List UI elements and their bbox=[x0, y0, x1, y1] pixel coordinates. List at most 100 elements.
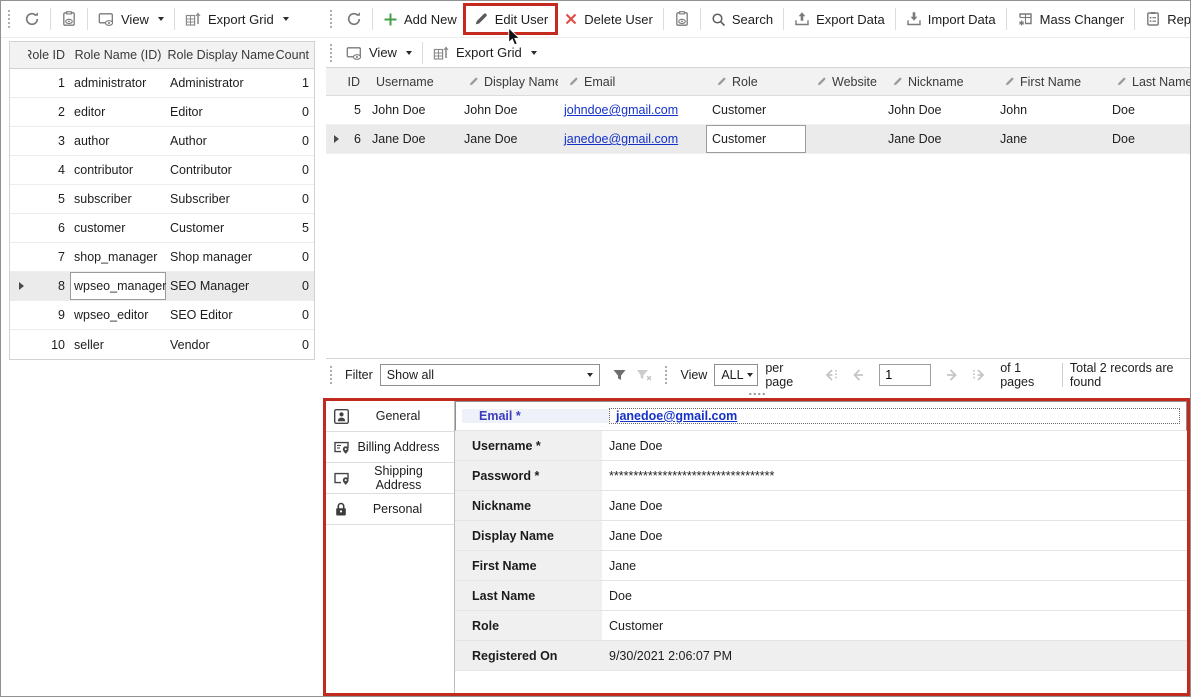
import-data-icon bbox=[906, 11, 922, 27]
refresh-button[interactable] bbox=[16, 5, 48, 33]
nickname-field[interactable]: Jane Doe bbox=[602, 491, 1187, 520]
pencil-icon bbox=[1004, 76, 1015, 87]
col-header-last-name[interactable]: Last Name bbox=[1106, 68, 1190, 95]
separator bbox=[50, 8, 51, 30]
first-page-icon[interactable] bbox=[823, 368, 840, 382]
view-menu-button[interactable]: View bbox=[90, 5, 172, 33]
separator bbox=[1062, 363, 1063, 387]
email-field[interactable]: janedoe@gmail.com bbox=[609, 408, 1180, 424]
display-name-field[interactable]: Jane Doe bbox=[602, 521, 1187, 550]
export-grid-label: Export Grid bbox=[456, 45, 522, 60]
export-grid-label: Export Grid bbox=[208, 12, 274, 27]
preview-button[interactable] bbox=[666, 5, 698, 33]
refresh-button[interactable] bbox=[338, 5, 370, 33]
col-header-email[interactable]: Email bbox=[558, 68, 706, 95]
table-row[interactable]: 1 administrator Administrator 1 bbox=[10, 69, 314, 98]
row-selector-header bbox=[326, 68, 340, 95]
col-header-username[interactable]: Username bbox=[366, 68, 458, 95]
clear-filter-icon[interactable] bbox=[635, 367, 653, 383]
separator bbox=[174, 8, 175, 30]
mass-changer-button[interactable]: Mass Changer bbox=[1009, 5, 1133, 33]
tab-general[interactable]: General bbox=[326, 401, 454, 432]
table-row[interactable]: 5 John Doe John Doe johndoe@gmail.com Cu… bbox=[326, 96, 1190, 125]
toolbar-grip[interactable] bbox=[329, 43, 333, 63]
add-new-label: Add New bbox=[404, 12, 457, 27]
next-page-icon[interactable] bbox=[944, 368, 959, 382]
tabs-empty-area bbox=[326, 525, 454, 693]
table-row[interactable]: 10 seller Vendor 0 bbox=[10, 330, 314, 359]
import-data-button[interactable]: Import Data bbox=[898, 5, 1004, 33]
toolbar-grip[interactable] bbox=[7, 9, 11, 29]
splitter-grip[interactable] bbox=[748, 392, 766, 396]
email-link[interactable]: janedoe@gmail.com bbox=[564, 132, 678, 146]
page-number-input[interactable] bbox=[879, 364, 931, 386]
last-name-field[interactable]: Doe bbox=[602, 581, 1187, 610]
pencil-icon bbox=[816, 76, 827, 87]
role-field[interactable]: Customer bbox=[602, 611, 1187, 640]
search-button[interactable]: Search bbox=[703, 5, 781, 33]
users-pane: Add New Edit User Delete User bbox=[323, 1, 1190, 696]
active-cell[interactable]: wpseo_manager bbox=[70, 272, 166, 300]
active-cell[interactable]: Customer bbox=[706, 125, 806, 153]
tab-shipping-address[interactable]: Shipping Address bbox=[326, 463, 454, 494]
separator bbox=[372, 8, 373, 30]
delete-user-button[interactable]: Delete User bbox=[556, 5, 661, 33]
table-row[interactable]: 3 author Author 0 bbox=[10, 127, 314, 156]
email-value-link[interactable]: janedoe@gmail.com bbox=[616, 409, 737, 423]
table-row-selected[interactable]: 6 Jane Doe Jane Doe janedoe@gmail.com Cu… bbox=[326, 125, 1190, 154]
chevron-down-icon bbox=[531, 51, 537, 55]
last-page-icon[interactable] bbox=[970, 368, 987, 382]
filter-label: Filter bbox=[345, 368, 373, 382]
col-header-display-name[interactable]: Display Name bbox=[458, 68, 558, 95]
preview-button[interactable] bbox=[53, 5, 85, 33]
per-page-select[interactable]: ALL bbox=[714, 364, 758, 386]
col-header-role-name[interactable]: Role Name (ID) bbox=[70, 42, 166, 68]
password-field[interactable]: ********************************** bbox=[602, 461, 1187, 490]
col-header-role[interactable]: Role bbox=[706, 68, 806, 95]
toolbar-grip[interactable] bbox=[329, 365, 333, 385]
username-field[interactable]: Jane Doe bbox=[602, 431, 1187, 460]
filter-icon[interactable] bbox=[611, 367, 628, 383]
table-row[interactable]: 6 customer Customer 5 bbox=[10, 214, 314, 243]
edit-user-button[interactable]: Edit User bbox=[465, 5, 556, 33]
separator bbox=[87, 8, 88, 30]
tab-personal[interactable]: Personal bbox=[326, 494, 454, 525]
reports-button[interactable]: Reports bbox=[1137, 5, 1191, 33]
table-row[interactable]: 2 editor Editor 0 bbox=[10, 98, 314, 127]
export-grid-button[interactable]: Export Grid bbox=[177, 5, 297, 33]
toolbar-grip[interactable] bbox=[329, 9, 333, 29]
col-header-role-id[interactable]: Role ID bbox=[28, 42, 70, 68]
view-menu-button[interactable]: View bbox=[338, 39, 420, 67]
clipboard-preview-icon bbox=[674, 11, 690, 27]
table-row[interactable]: 4 contributor Contributor 0 bbox=[10, 156, 314, 185]
prev-page-icon[interactable] bbox=[851, 368, 866, 382]
col-header-role-display-name[interactable]: Role Display Name bbox=[166, 42, 276, 68]
col-header-nickname[interactable]: Nickname bbox=[882, 68, 994, 95]
export-data-button[interactable]: Export Data bbox=[786, 5, 893, 33]
first-name-field[interactable]: Jane bbox=[602, 551, 1187, 580]
col-header-website[interactable]: Website bbox=[806, 68, 882, 95]
roles-pane: View Export Grid Role ID Role Name (ID) … bbox=[1, 1, 323, 696]
tab-label: Personal bbox=[349, 502, 454, 516]
per-page-label: per page bbox=[765, 361, 808, 389]
roles-toolbar: View Export Grid bbox=[1, 1, 323, 38]
pencil-icon bbox=[892, 76, 903, 87]
filter-select[interactable]: Show all bbox=[380, 364, 601, 386]
field-row-email: Email * janedoe@gmail.com bbox=[455, 401, 1187, 431]
add-new-button[interactable]: Add New bbox=[375, 5, 465, 33]
email-link[interactable]: johndoe@gmail.com bbox=[564, 103, 678, 117]
table-row[interactable]: 5 subscriber Subscriber 0 bbox=[10, 185, 314, 214]
toolbar-grip[interactable] bbox=[664, 365, 668, 385]
tab-billing-address[interactable]: Billing Address bbox=[326, 432, 454, 463]
export-grid-button[interactable]: Export Grid bbox=[425, 39, 545, 67]
field-row-last-name: Last Name Doe bbox=[455, 581, 1187, 611]
col-header-id[interactable]: ID bbox=[340, 68, 366, 95]
table-row[interactable]: 7 shop_manager Shop manager 0 bbox=[10, 243, 314, 272]
table-row-selected[interactable]: 8 wpseo_manager SEO Manager 0 bbox=[10, 272, 314, 301]
field-label: Last Name bbox=[455, 581, 602, 610]
col-header-first-name[interactable]: First Name bbox=[994, 68, 1106, 95]
horizontal-splitter[interactable] bbox=[323, 390, 1190, 398]
col-header-count[interactable]: Count bbox=[276, 42, 314, 68]
separator bbox=[1006, 8, 1007, 30]
table-row[interactable]: 9 wpseo_editor SEO Editor 0 bbox=[10, 301, 314, 330]
